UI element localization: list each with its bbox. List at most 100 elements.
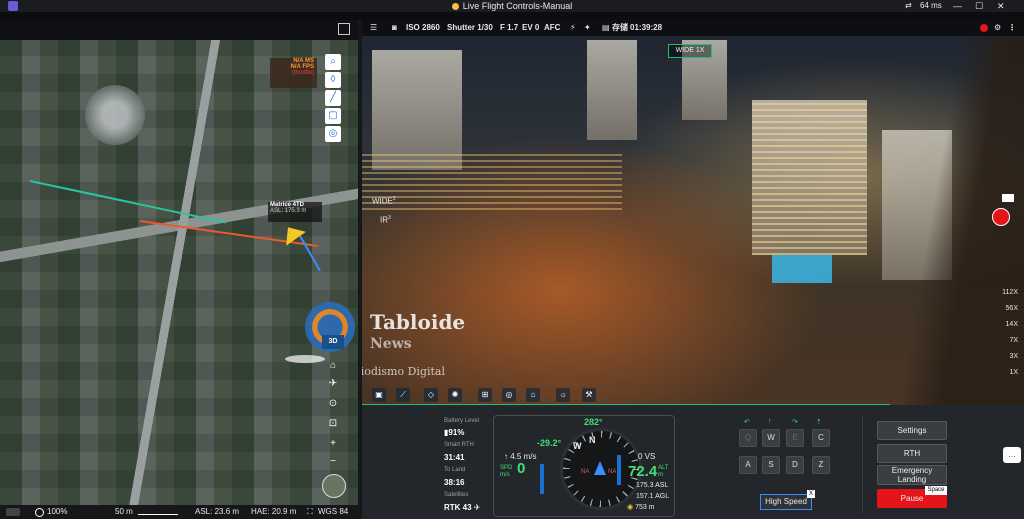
map-landmark	[85, 85, 145, 145]
maximize-button[interactable]: ☐	[975, 0, 983, 12]
map-compass-small-icon[interactable]: ⌂	[325, 358, 341, 374]
camera-feed[interactable]: WIDE 1X WIDE2 IR3 112X 56X 14X 7X 3X 1X …	[362, 20, 1024, 405]
chat-icon[interactable]: …	[1003, 447, 1021, 463]
key-c[interactable]: C	[812, 429, 830, 447]
zoom-level[interactable]: 3X	[980, 349, 1018, 365]
light-icon[interactable]: ✦	[584, 20, 591, 36]
compass-w: W	[573, 441, 582, 451]
agl-value: 157.1 AGL	[636, 493, 670, 500]
key-w[interactable]: W	[762, 429, 780, 447]
battery-value: ▮91%	[444, 428, 464, 437]
lens-ir[interactable]: IR3	[380, 215, 391, 225]
settings-button[interactable]: Settings	[877, 421, 947, 440]
emergency-landing-button[interactable]: Emergency Landing	[877, 465, 947, 485]
map-pin-icon[interactable]: ◊	[325, 72, 341, 88]
distance-icon: ◉	[627, 504, 634, 511]
forward-arrow-icon: ↑	[768, 418, 772, 425]
map-scale-label: 50 m	[115, 507, 133, 516]
map-asl: ASL: 23.6 m	[195, 507, 240, 516]
tool-view-icon[interactable]: ▣	[372, 388, 386, 402]
key-q[interactable]: Q	[739, 429, 757, 447]
smart-rth-value: 31:41	[444, 453, 465, 462]
zoom-level[interactable]: 14X	[980, 317, 1018, 333]
zoom-level[interactable]: 56X	[980, 301, 1018, 317]
fstop-value[interactable]: F 1.7	[500, 20, 518, 36]
watermark-sub: News	[370, 336, 412, 352]
fullscreen-icon[interactable]	[338, 23, 350, 35]
map-search-icon[interactable]: ⌕	[325, 54, 341, 70]
iso-value[interactable]: ISO 2860	[406, 20, 440, 36]
close-button[interactable]: ✕	[997, 0, 1005, 12]
live-indicator-icon	[980, 24, 988, 32]
zoom-scale[interactable]: 112X 56X 14X 7X 3X 1X	[980, 285, 1018, 381]
zoom-level[interactable]: 7X	[980, 333, 1018, 349]
camera-settings-icon[interactable]: ⚙	[994, 20, 1001, 36]
video-record-icon[interactable]	[1002, 194, 1014, 202]
map-fit-icon[interactable]: ⊡	[325, 416, 341, 432]
map-compass-icon[interactable]	[322, 474, 346, 498]
map-aircraft-icon[interactable]: ✈	[325, 376, 341, 392]
to-land-label: To Land	[444, 467, 466, 473]
camera-more-icon[interactable]: ⋮	[1008, 20, 1016, 36]
satellites-value: RTK 43 ✈	[444, 503, 481, 512]
heading-value: 282°	[584, 417, 603, 427]
lens-ir-label: IR	[380, 215, 388, 225]
tool-antenna-icon[interactable]: ⚒	[582, 388, 596, 402]
speed-readout: N/A MS N/A FPS (throttle)	[270, 58, 317, 88]
map-view[interactable]: N/A MS N/A FPS (throttle) Matrice 4TD AS…	[0, 40, 358, 506]
tool-ai-icon[interactable]: ⊞	[478, 388, 492, 402]
distance-readout: ◉ 753 m	[627, 503, 655, 511]
tool-dock-icon[interactable]: ⌂	[526, 388, 540, 402]
pause-key-badge: Space	[925, 486, 947, 495]
zoom-level[interactable]: 112X	[980, 285, 1018, 301]
zoom-level[interactable]: 1X	[980, 365, 1018, 381]
satellites-count: RTK 43	[444, 503, 472, 512]
altitude-gauge	[617, 455, 621, 485]
camera-menu-icon[interactable]: ☰	[370, 20, 377, 36]
aircraft-heading-icon	[594, 461, 606, 475]
rotate-right-icon: ↷	[792, 419, 798, 426]
lens-wide-label: WIDE	[372, 196, 393, 206]
focus-mode[interactable]: AFC	[544, 20, 560, 36]
map-zoom-pct: 100%	[47, 507, 68, 516]
watermark-brand: Tabloide	[370, 310, 466, 334]
compass-na-right: NA	[608, 469, 617, 475]
smart-rth-label: Smart RTH	[444, 442, 474, 448]
tool-diamond-icon[interactable]: ◇	[424, 388, 438, 402]
zoom-in-icon[interactable]: +	[325, 436, 341, 452]
window-title: Live Flight Controls-Manual	[0, 0, 1024, 12]
key-a[interactable]: A	[739, 456, 757, 474]
tool-spotlight-icon[interactable]: ✺	[448, 388, 462, 402]
key-z[interactable]: Z	[812, 456, 830, 474]
key-e[interactable]: E	[786, 429, 804, 447]
minimize-button[interactable]: —	[953, 0, 962, 12]
tool-laser-icon[interactable]: ⟋	[396, 388, 410, 402]
rth-button[interactable]: RTH	[877, 444, 947, 463]
map-layers-icon[interactable]: ◎	[325, 126, 341, 142]
zoom-out-icon[interactable]: −	[325, 454, 341, 470]
camera-icon[interactable]: ◙	[392, 20, 397, 36]
pool	[772, 255, 832, 283]
watermark-tag: Periodismo Digital	[362, 365, 445, 378]
flash-off-icon[interactable]: ⚡	[570, 20, 576, 36]
map-measure-icon[interactable]: ╱	[325, 90, 341, 106]
map-locate-icon[interactable]: ⊙	[325, 396, 341, 412]
record-button[interactable]	[992, 208, 1010, 226]
drone-label: Matrice 4TD ASL: 175.3 m	[268, 202, 322, 222]
high-speed-toggle[interactable]: High Speed	[760, 494, 812, 510]
lens-wide[interactable]: WIDE2	[372, 196, 396, 206]
storage-icon: ▤	[602, 23, 610, 32]
compass-na-left: NA	[581, 469, 590, 475]
view-3d-toggle[interactable]: 3D	[322, 335, 344, 349]
ev-value[interactable]: EV 0	[522, 20, 539, 36]
high-speed-key-badge: X	[807, 490, 815, 498]
shutter-value[interactable]: Shutter 1/30	[447, 20, 493, 36]
map-type-icon[interactable]	[6, 508, 20, 516]
key-d[interactable]: D	[786, 456, 804, 474]
map-area-icon[interactable]: ▢	[325, 108, 341, 124]
compass-n: N	[589, 435, 596, 445]
key-s[interactable]: S	[762, 456, 780, 474]
up-arrow-icon: ⇡	[816, 419, 822, 426]
tool-target-icon[interactable]: ◎	[502, 388, 516, 402]
tool-sun-icon[interactable]: ☼	[556, 388, 570, 402]
